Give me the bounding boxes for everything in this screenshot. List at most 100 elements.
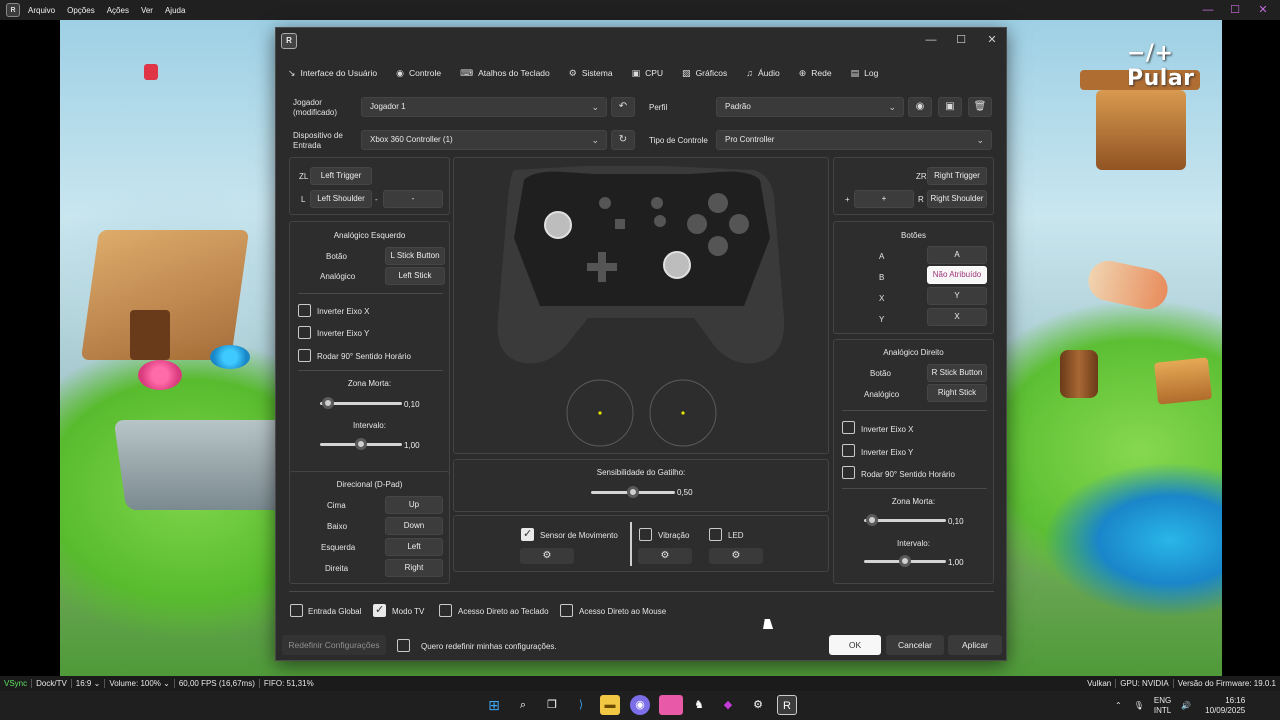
menu-ajuda[interactable]: Ajuda bbox=[165, 6, 185, 15]
menu-arquivo[interactable]: Arquivo bbox=[28, 6, 55, 15]
left-stick-press-button[interactable]: L Stick Button bbox=[385, 247, 445, 265]
right-invert-y-checkbox[interactable] bbox=[842, 444, 855, 457]
save-profile-button[interactable]: ▣ bbox=[938, 97, 962, 117]
right-stick-press-button[interactable]: R Stick Button bbox=[927, 364, 987, 382]
button-b-mapping[interactable]: Não Atribuído bbox=[927, 266, 987, 284]
tab-sistema[interactable]: ⚙ Sistema bbox=[569, 68, 613, 79]
button-y-mapping[interactable]: X bbox=[927, 308, 987, 326]
file-explorer-icon[interactable]: ▬ bbox=[600, 695, 620, 715]
language-indicator[interactable]: ENG INTL bbox=[1154, 696, 1171, 716]
close-icon[interactable]: ✕ bbox=[1256, 3, 1270, 17]
left-invert-y-checkbox[interactable] bbox=[298, 326, 311, 339]
cancel-button[interactable]: Cancelar bbox=[886, 635, 944, 655]
left-range-slider-handle[interactable] bbox=[355, 438, 367, 450]
global-input-checkbox[interactable] bbox=[290, 604, 303, 617]
dock-mode-toggle[interactable]: Dock/TV bbox=[32, 679, 72, 688]
profile-select[interactable]: Padrão ⌄ bbox=[716, 97, 904, 117]
tab-label: Rede bbox=[811, 68, 832, 78]
device-select[interactable]: Xbox 360 Controller (1) ⌄ bbox=[361, 130, 607, 150]
tab-rede[interactable]: ⊕ Rede bbox=[799, 68, 832, 79]
tab-audio[interactable]: ♫ Áudio bbox=[746, 68, 780, 78]
menu-opcoes[interactable]: Opções bbox=[67, 6, 95, 15]
vibration-settings-button[interactable]: ⚙ bbox=[638, 548, 692, 564]
obsidian-icon[interactable]: ◆ bbox=[718, 695, 738, 715]
button-a-mapping[interactable]: A bbox=[927, 246, 987, 264]
menu-acoes[interactable]: Ações bbox=[107, 6, 129, 15]
global-input-label: Entrada Global bbox=[308, 607, 362, 616]
controller-type-select[interactable]: Pro Controller ⌄ bbox=[716, 130, 992, 150]
chat-app-icon[interactable]: ◉ bbox=[630, 695, 650, 715]
maximize-icon[interactable]: ☐ bbox=[1228, 3, 1242, 17]
pink-pad-decoration bbox=[138, 360, 182, 390]
trigger-sensitivity-slider-handle[interactable] bbox=[627, 486, 639, 498]
motion-settings-button[interactable]: ⚙ bbox=[520, 548, 574, 564]
clock[interactable]: 16:16 10/09/2025 bbox=[1205, 696, 1245, 716]
left-trigger-button[interactable]: Left Trigger bbox=[310, 167, 372, 185]
minimize-icon[interactable]: — bbox=[1201, 3, 1215, 17]
settings-app-icon[interactable]: ⚙ bbox=[748, 695, 768, 715]
ok-button[interactable]: OK bbox=[829, 635, 881, 655]
left-stick-axis-button[interactable]: Left Stick bbox=[385, 267, 445, 285]
dpad-right-button[interactable]: Right bbox=[385, 559, 443, 577]
right-deadzone-slider-handle[interactable] bbox=[866, 514, 879, 526]
y-label: Y bbox=[879, 315, 885, 324]
reset-settings-button[interactable]: Redefinir Configurações bbox=[282, 635, 386, 655]
dialog-minimize-icon[interactable]: — bbox=[923, 32, 939, 48]
pink-app-icon[interactable] bbox=[659, 695, 683, 715]
view-profile-button[interactable]: ◉ bbox=[908, 97, 932, 117]
task-view-icon[interactable]: ❐ bbox=[542, 695, 562, 715]
vibration-checkbox[interactable] bbox=[639, 528, 652, 541]
reset-confirm-checkbox[interactable] bbox=[397, 639, 410, 652]
tab-cpu[interactable]: ▣ CPU bbox=[632, 68, 663, 79]
tab-label: Áudio bbox=[757, 68, 780, 78]
right-invert-x-checkbox[interactable] bbox=[842, 421, 855, 434]
tab-controle[interactable]: ◉ Controle bbox=[396, 68, 441, 79]
left-shoulder-button[interactable]: Left Shoulder bbox=[310, 190, 372, 208]
motion-sensor-checkbox[interactable] bbox=[521, 527, 534, 541]
tab-log[interactable]: ▤ Log bbox=[851, 68, 879, 79]
refresh-devices-button[interactable]: ↻ bbox=[611, 130, 635, 150]
cat-app-icon[interactable]: ♞ bbox=[689, 695, 709, 715]
mouse-direct-checkbox[interactable] bbox=[560, 604, 573, 617]
plus-button[interactable]: + bbox=[854, 190, 914, 208]
minus-button[interactable]: - bbox=[383, 190, 443, 208]
volume-control[interactable]: Volume: 100% ⌄ bbox=[105, 679, 175, 688]
button-x-mapping[interactable]: Y bbox=[927, 287, 987, 305]
dialog-maximize-icon[interactable]: ☐ bbox=[953, 32, 969, 48]
speaker-icon[interactable]: 🔊 bbox=[1181, 701, 1191, 710]
microphone-icon[interactable]: 🎙 bbox=[1134, 701, 1144, 710]
led-settings-button[interactable]: ⚙ bbox=[709, 548, 763, 564]
apply-button[interactable]: Aplicar bbox=[948, 635, 1002, 655]
left-rotate-checkbox[interactable] bbox=[298, 349, 311, 362]
emulator-app-icon[interactable]: R bbox=[777, 695, 797, 715]
chevron-up-icon[interactable]: ⌃ bbox=[1115, 701, 1122, 710]
player-select[interactable]: Jogador 1 ⌄ bbox=[361, 97, 607, 117]
tab-graficos[interactable]: ▨ Gráficos bbox=[682, 68, 727, 79]
vscode-icon[interactable]: ⟩ bbox=[571, 695, 591, 715]
dpad-down-button[interactable]: Down bbox=[385, 517, 443, 535]
right-rotate-checkbox[interactable] bbox=[842, 466, 855, 479]
left-deadzone-slider-handle[interactable] bbox=[322, 397, 335, 409]
dialog-close-icon[interactable]: ✕ bbox=[984, 32, 1000, 48]
undo-button[interactable]: ↶ bbox=[611, 97, 635, 117]
tab-hotkeys[interactable]: ⌨ Atalhos do Teclado bbox=[460, 68, 550, 79]
menu-ver[interactable]: Ver bbox=[141, 6, 153, 15]
dpad-left-button[interactable]: Left bbox=[385, 538, 443, 556]
keyboard-direct-checkbox[interactable] bbox=[439, 604, 452, 617]
aspect-ratio-select[interactable]: 16:9 ⌄ bbox=[72, 679, 106, 688]
delete-profile-button[interactable]: 🗑 bbox=[968, 97, 992, 117]
tab-interface[interactable]: ↘ Interface do Usuário bbox=[288, 68, 377, 79]
right-trigger-button[interactable]: Right Trigger bbox=[927, 167, 987, 185]
left-invert-x-checkbox[interactable] bbox=[298, 304, 311, 317]
tv-mode-label: Modo TV bbox=[392, 607, 425, 616]
led-checkbox[interactable] bbox=[709, 528, 722, 541]
right-range-slider-handle[interactable] bbox=[899, 555, 911, 567]
dpad-up-button[interactable]: Up bbox=[385, 496, 443, 514]
tv-mode-checkbox[interactable] bbox=[373, 603, 386, 617]
chevron-down-icon: ⌄ bbox=[591, 135, 599, 145]
right-shoulder-button[interactable]: Right Shoulder bbox=[927, 190, 987, 208]
right-stick-axis-button[interactable]: Right Stick bbox=[927, 384, 987, 402]
search-icon[interactable]: ⌕ bbox=[513, 695, 533, 715]
start-icon[interactable]: ⊞ bbox=[484, 695, 504, 715]
vsync-toggle[interactable]: VSync bbox=[0, 679, 33, 688]
